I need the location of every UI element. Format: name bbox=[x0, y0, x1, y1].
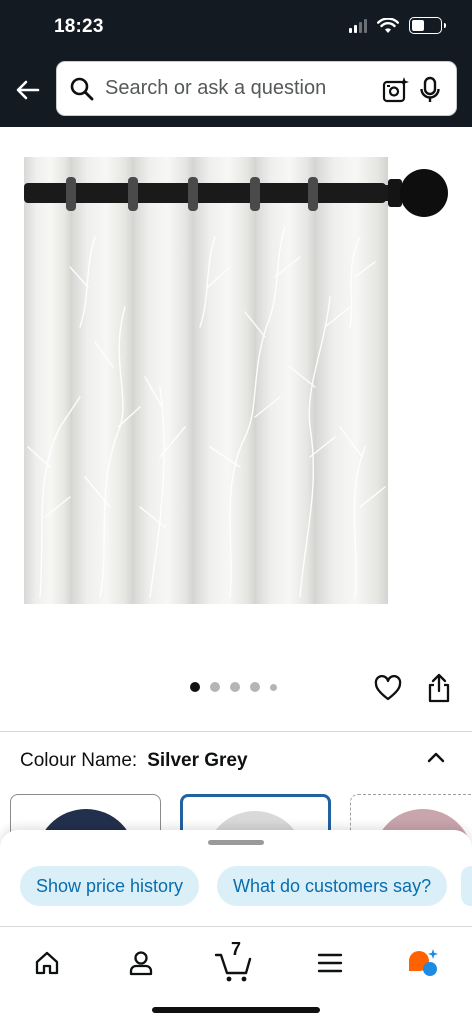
status-icons bbox=[349, 17, 446, 34]
sheet-grabber[interactable] bbox=[208, 840, 264, 845]
carousel-dot[interactable] bbox=[190, 682, 200, 692]
search-bar[interactable] bbox=[56, 61, 457, 116]
carousel-indicator bbox=[190, 682, 277, 692]
nav-rufus[interactable] bbox=[403, 943, 443, 983]
variation-label: Colour Name: bbox=[20, 750, 138, 771]
top-header: 18:23 bbox=[0, 0, 472, 127]
account-icon bbox=[129, 951, 153, 976]
product-image[interactable] bbox=[0, 127, 472, 667]
camera-sparkle-icon[interactable] bbox=[382, 76, 410, 104]
nav-home[interactable] bbox=[27, 943, 67, 983]
home-indicator bbox=[152, 1007, 320, 1013]
section-divider bbox=[0, 731, 472, 732]
share-icon[interactable] bbox=[427, 673, 451, 703]
microphone-icon[interactable] bbox=[418, 76, 442, 104]
status-time: 18:23 bbox=[54, 16, 104, 37]
search-icon bbox=[70, 77, 94, 100]
carousel-dot[interactable] bbox=[250, 682, 260, 692]
battery-icon bbox=[409, 17, 446, 34]
chevron-up-icon[interactable] bbox=[426, 748, 446, 768]
rufus-icon bbox=[409, 949, 438, 976]
home-icon bbox=[35, 951, 59, 975]
cart-count: 7 bbox=[230, 939, 241, 959]
variation-selector: Colour Name: Silver Grey bbox=[20, 750, 248, 772]
suggestion-sheet: Show price history What do customers say… bbox=[0, 830, 472, 930]
nav-account[interactable] bbox=[121, 943, 161, 983]
nav-cart[interactable]: 7 bbox=[214, 939, 254, 983]
heart-icon[interactable] bbox=[374, 675, 402, 701]
chip-show-price-history[interactable]: Show price history bbox=[20, 866, 200, 906]
search-input[interactable] bbox=[105, 77, 355, 100]
nav-menu[interactable] bbox=[310, 943, 350, 983]
carousel-dot[interactable] bbox=[210, 682, 220, 692]
chip-what-do-customers-say[interactable]: What do customers say? bbox=[217, 866, 448, 906]
carousel-dot[interactable] bbox=[270, 683, 277, 691]
chip-overflow[interactable] bbox=[461, 866, 472, 906]
back-arrow-icon[interactable] bbox=[12, 74, 44, 106]
menu-icon bbox=[317, 953, 343, 973]
wifi-icon bbox=[377, 17, 399, 33]
carousel-dot[interactable] bbox=[230, 682, 240, 692]
variation-value: Silver Grey bbox=[147, 750, 248, 771]
cellular-signal-icon bbox=[349, 18, 367, 33]
curtain-image bbox=[24, 157, 448, 604]
